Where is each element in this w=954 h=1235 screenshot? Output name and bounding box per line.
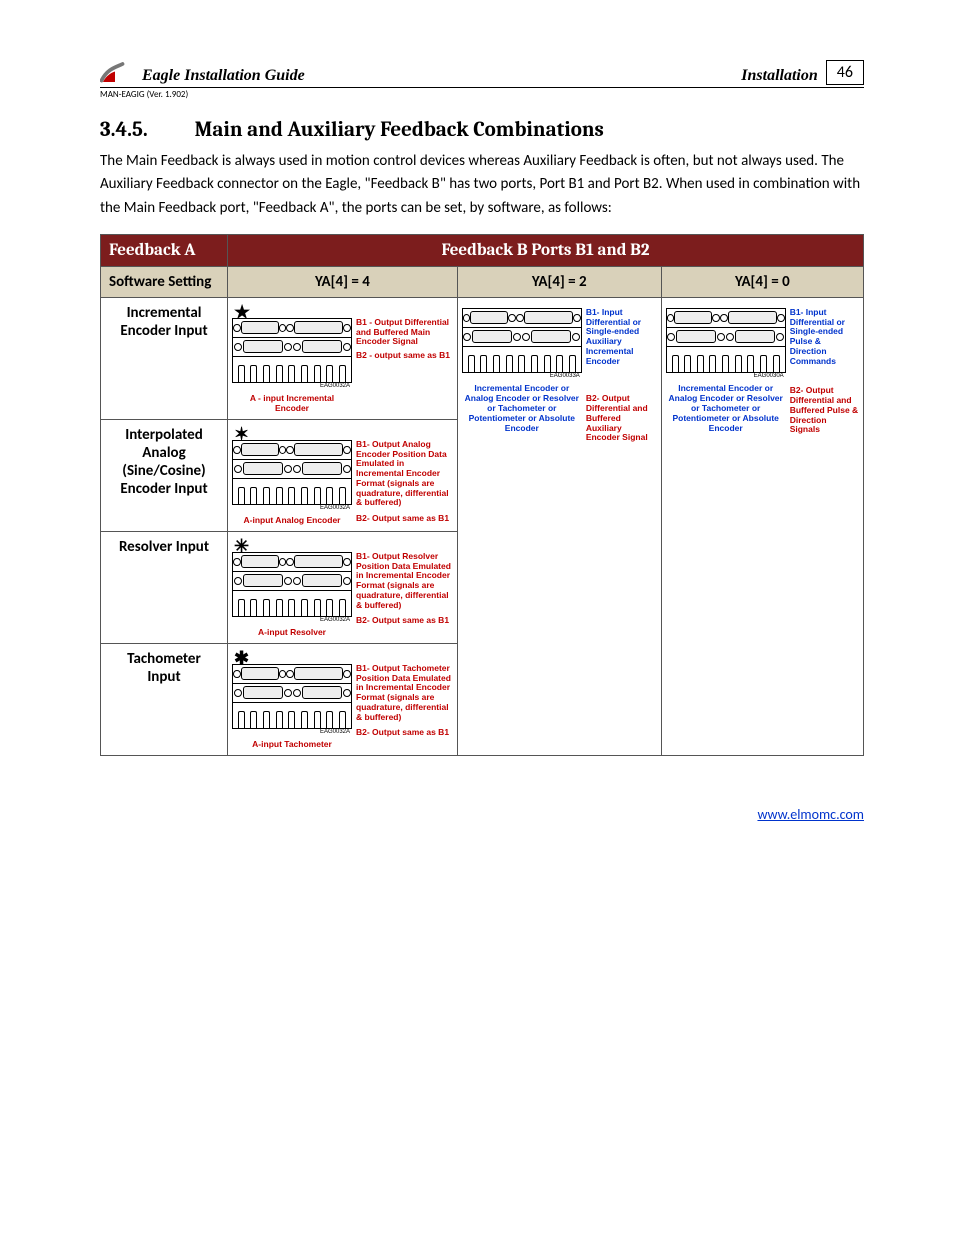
col-ya4-0: YA[4] = 0 — [661, 266, 863, 297]
head-feedback-a: Feedback A — [101, 234, 228, 266]
footer-link[interactable]: www.elmomc.com — [757, 806, 864, 823]
table-row: Incremental Encoder Input ★ EAG0032A A -… — [101, 297, 864, 419]
b-labels: B1- Input Differential or Single-ended P… — [790, 308, 859, 435]
section-heading: 3.4.5. Main and Auxiliary Feedback Combi… — [100, 118, 864, 142]
section-name: Installation — [741, 67, 817, 85]
col-ya4-2: YA[4] = 2 — [457, 266, 661, 297]
footer: www.elmomc.com — [100, 806, 864, 823]
section-number: 3.4.5. — [100, 118, 190, 142]
section-title: Main and Auxiliary Feedback Combinations — [195, 118, 604, 142]
a-input-label: Incremental Encoder or Analog Encoder or… — [666, 383, 786, 433]
b-labels: B1- Input Differential or Single-ended A… — [586, 308, 657, 443]
table-subheader-row: Software Setting YA[4] = 4 YA[4] = 2 YA[… — [101, 266, 864, 297]
a-input-label: Incremental Encoder or Analog Encoder or… — [462, 383, 582, 433]
doc-title: Eagle Installation Guide — [142, 67, 741, 85]
manual-code: MAN-EAGIG (Ver. 1.902) — [100, 89, 864, 100]
table-header-row: Feedback A Feedback B Ports B1 and B2 — [101, 234, 864, 266]
col-ya4-4: YA[4] = 4 — [228, 266, 458, 297]
a-input-label: A-input Tachometer — [232, 739, 352, 749]
row-label-resolver: Resolver Input — [101, 531, 228, 643]
connector-diagram-icon — [232, 318, 352, 383]
connector-diagram-icon — [462, 308, 582, 373]
connector-diagram-icon — [232, 552, 352, 617]
brand-logo-icon — [100, 61, 136, 85]
a-input-label: A - input Incremental Encoder — [232, 393, 352, 413]
b-labels: B1- Output Analog Encoder Position Data … — [356, 440, 453, 525]
connector-diagram-icon — [666, 308, 786, 373]
diagram-ya0: EAG0030A Incremental Encoder or Analog E… — [661, 297, 863, 755]
connector-diagram-icon — [232, 440, 352, 505]
page-header: Eagle Installation Guide Installation 46 — [100, 60, 864, 88]
b-labels: B1- Output Resolver Position Data Emulat… — [356, 552, 453, 637]
connector-diagram-icon — [232, 664, 352, 729]
diagram-resolver-ya4: ✳ EAG0032A A-input Resolver B1- Output R… — [228, 531, 458, 643]
diagram-ya2: EAG0033A Incremental Encoder or Analog E… — [457, 297, 661, 755]
a-input-label: A-input Resolver — [232, 627, 352, 637]
row-label-incremental: Incremental Encoder Input — [101, 297, 228, 419]
head-feedback-b: Feedback B Ports B1 and B2 — [228, 234, 864, 266]
page-number: 46 — [826, 60, 864, 85]
b-labels: B1- Output Tachometer Position Data Emul… — [356, 664, 453, 749]
diagram-inc-ya4: ★ EAG0032A A - input Incremental Encoder… — [228, 297, 458, 419]
feedback-combination-table: Feedback A Feedback B Ports B1 and B2 So… — [100, 234, 864, 756]
intro-paragraph: The Main Feedback is always used in moti… — [100, 150, 864, 220]
diagram-analog-ya4: ✶ EAG0032A A-input Analog Encoder B1- Ou… — [228, 419, 458, 531]
row-label-tachometer: Tachometer Input — [101, 643, 228, 755]
a-input-label: A-input Analog Encoder — [232, 515, 352, 525]
software-setting-label: Software Setting — [101, 266, 228, 297]
b-labels: B1 - Output Differential and Buffered Ma… — [356, 318, 453, 413]
diagram-tach-ya4: ✱ EAG0032A A-input Tachometer B1- Output… — [228, 643, 458, 755]
row-label-analog: Interpolated Analog (Sine/Cosine) Encode… — [101, 419, 228, 531]
